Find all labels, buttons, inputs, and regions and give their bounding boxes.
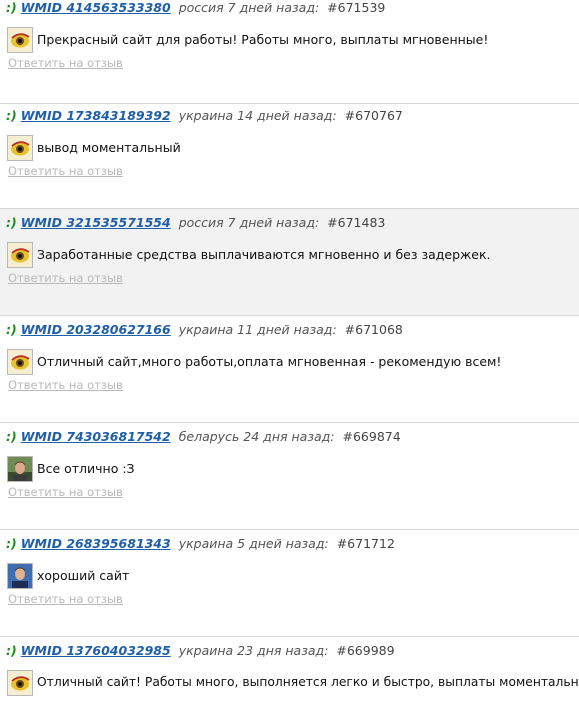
webmoney-eye-icon bbox=[7, 135, 33, 161]
review-item: :) WMID 321535571554 россия 7 дней назад: #… bbox=[0, 209, 579, 316]
review-number: #671712 bbox=[336, 536, 395, 551]
review-item: :) WMID 173843189392 украина 14 дней назад… bbox=[0, 104, 579, 209]
review-number: #669874 bbox=[342, 429, 401, 444]
review-meta: украина 11 дней назад: bbox=[178, 322, 337, 337]
smile-icon: :) bbox=[6, 429, 17, 444]
review-number: #671539 bbox=[327, 0, 386, 15]
webmoney-eye-icon bbox=[7, 670, 33, 696]
reply-link[interactable]: Ответить на отзыв bbox=[8, 164, 123, 178]
reply-link[interactable]: Ответить на отзыв bbox=[8, 592, 123, 606]
reply-link[interactable]: Ответить на отзыв bbox=[8, 271, 123, 285]
webmoney-eye-icon bbox=[7, 242, 33, 268]
review-meta: украина 5 дней назад: bbox=[178, 536, 329, 551]
user-photo-avatar bbox=[7, 456, 33, 482]
review-header: :) WMID 321535571554 россия 7 дней назад: #… bbox=[6, 215, 385, 230]
webmoney-eye-icon bbox=[7, 349, 33, 375]
webmoney-eye-icon bbox=[7, 27, 33, 53]
review-meta: беларусь 24 дня назад: bbox=[178, 429, 335, 444]
review-meta: россия 7 дней назад: bbox=[178, 215, 320, 230]
review-header: :) WMID 173843189392 украина 14 дней назад… bbox=[6, 108, 403, 123]
review-meta: россия 7 дней назад: bbox=[178, 0, 320, 15]
wmid-link[interactable]: WMID 173843189392 bbox=[21, 108, 171, 123]
reply-link[interactable]: Ответить на отзыв bbox=[8, 378, 123, 392]
smile-icon: :) bbox=[6, 215, 17, 230]
smile-icon: :) bbox=[6, 0, 17, 15]
wmid-link[interactable]: WMID 743036817542 bbox=[21, 429, 171, 444]
review-text: Отличный сайт! Работы много, выполняется… bbox=[37, 675, 579, 689]
review-meta: украина 23 дня назад: bbox=[178, 643, 329, 658]
review-header: :) WMID 137604032985 украина 23 дня назад:… bbox=[6, 643, 395, 658]
review-number: #670767 bbox=[344, 108, 403, 123]
review-text: Прекрасный сайт для работы! Работы много… bbox=[37, 32, 489, 47]
review-number: #671483 bbox=[327, 215, 386, 230]
smile-icon: :) bbox=[6, 108, 17, 123]
review-text: вывод моментальный bbox=[37, 140, 181, 155]
reply-link[interactable]: Ответить на отзыв bbox=[8, 485, 123, 499]
wmid-link[interactable]: WMID 321535571554 bbox=[21, 215, 171, 230]
smile-icon: :) bbox=[6, 322, 17, 337]
wmid-link[interactable]: WMID 203280627166 bbox=[21, 322, 171, 337]
review-text: хороший сайт bbox=[37, 568, 130, 583]
review-number: #671068 bbox=[344, 322, 403, 337]
review-number: #669989 bbox=[336, 643, 395, 658]
wmid-link[interactable]: WMID 137604032985 bbox=[21, 643, 171, 658]
review-item: :) WMID 268395681343 украина 5 дней назад:… bbox=[0, 530, 579, 637]
review-header: :) WMID 414563533380 россия 7 дней назад: #… bbox=[6, 0, 385, 15]
review-item: :) WMID 137604032985 украина 23 дня назад:… bbox=[0, 637, 579, 707]
review-meta: украина 14 дней назад: bbox=[178, 108, 337, 123]
review-text: Все отлично :З bbox=[37, 461, 135, 476]
review-text: Заработанные средства выплачиваются мгно… bbox=[37, 247, 491, 262]
review-item: :) WMID 743036817542 беларусь 24 дня назад… bbox=[0, 423, 579, 530]
review-item: :) WMID 414563533380 россия 7 дней назад: #… bbox=[0, 0, 579, 104]
smile-icon: :) bbox=[6, 643, 17, 658]
review-header: :) WMID 743036817542 беларусь 24 дня назад… bbox=[6, 429, 401, 444]
review-header: :) WMID 268395681343 украина 5 дней назад:… bbox=[6, 536, 395, 551]
review-header: :) WMID 203280627166 украина 11 дней назад… bbox=[6, 322, 403, 337]
wmid-link[interactable]: WMID 268395681343 bbox=[21, 536, 171, 551]
wmid-link[interactable]: WMID 414563533380 bbox=[21, 0, 171, 15]
reply-link[interactable]: Ответить на отзыв bbox=[8, 56, 123, 70]
review-text: Отличный сайт,много работы,оплата мгнове… bbox=[37, 354, 502, 369]
review-item: :) WMID 203280627166 украина 11 дней назад… bbox=[0, 316, 579, 423]
user-photo-avatar bbox=[7, 563, 33, 589]
smile-icon: :) bbox=[6, 536, 17, 551]
